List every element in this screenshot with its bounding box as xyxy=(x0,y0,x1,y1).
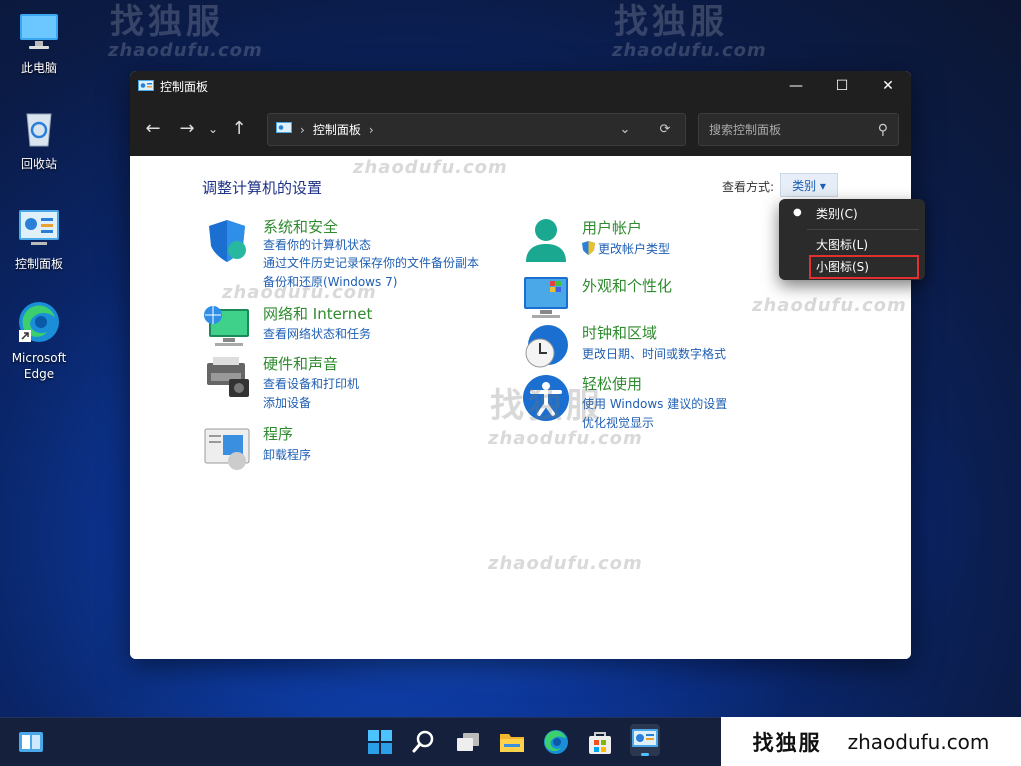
category-title[interactable]: 时钟和区域 xyxy=(582,322,657,343)
desktop-icon-label: 回收站 xyxy=(20,157,57,171)
category-title[interactable]: 系统和安全 xyxy=(263,216,338,237)
desktop-icon-this-pc[interactable]: 此电脑 xyxy=(6,10,72,76)
edge-icon[interactable] xyxy=(542,728,570,756)
desktop-icon-recycle-bin[interactable]: 回收站 xyxy=(6,106,72,172)
widgets-icon[interactable] xyxy=(17,728,45,756)
category-title[interactable]: 网络和 Internet xyxy=(263,303,372,324)
network-icon xyxy=(203,303,251,351)
refresh-button[interactable]: ⟳ xyxy=(645,122,685,137)
link-change-account-type[interactable]: 更改帐户类型 xyxy=(582,240,670,257)
breadcrumb-chevron[interactable]: › xyxy=(369,123,374,137)
link-view-status[interactable]: 查看你的计算机状态 xyxy=(263,236,371,253)
category-title[interactable]: 程序 xyxy=(263,423,293,444)
user-icon xyxy=(522,216,570,264)
link-backup-restore[interactable]: 备份和还原(Windows 7) xyxy=(263,273,397,290)
watermark-url: zhaodufu.com xyxy=(612,40,767,61)
toolbar: ← → ⌄ ↑ › 控制面板 › ⌄ ⟳ 搜索控制面板 ⚲ xyxy=(130,101,911,156)
view-by-dropdown[interactable]: 类别 ▾ xyxy=(780,173,838,197)
accessibility-icon xyxy=(522,374,570,422)
search-input[interactable]: 搜索控制面板 ⚲ xyxy=(698,113,899,146)
page-heading: 调整计算机的设置 xyxy=(202,179,323,197)
category-title[interactable]: 轻松使用 xyxy=(582,373,642,394)
control-panel-taskbar-icon[interactable] xyxy=(630,724,660,756)
watermark-cn: 找独服 xyxy=(110,2,224,42)
control-panel-icon xyxy=(276,121,292,138)
menu-item-category[interactable]: 类别(C) xyxy=(816,205,858,222)
forward-button[interactable]: → xyxy=(172,114,202,144)
arrow-left-icon: ← xyxy=(145,118,161,139)
search-icon[interactable] xyxy=(410,728,438,756)
shield-icon xyxy=(203,216,251,264)
menu-item-large-icons[interactable]: 大图标(L) xyxy=(816,236,868,253)
programs-icon xyxy=(203,423,251,471)
task-view-icon[interactable] xyxy=(454,728,482,756)
link-uninstall[interactable]: 卸载程序 xyxy=(263,446,311,463)
edge-icon xyxy=(17,300,61,344)
menu-divider xyxy=(807,229,919,230)
selected-dot-icon: ● xyxy=(793,207,802,218)
desktop-icon-label: Microsoft Edge xyxy=(11,351,67,381)
link-devices-printers[interactable]: 查看设备和打印机 xyxy=(263,375,359,392)
title-bar[interactable]: 控制面板 — ☐ ✕ xyxy=(130,71,911,101)
maximize-button[interactable]: ☐ xyxy=(819,71,865,101)
recycle-bin-icon xyxy=(17,106,61,150)
view-by-menu: ● 类别(C) 大图标(L) 小图标(S) xyxy=(779,199,925,280)
link-label: 更改帐户类型 xyxy=(598,242,671,256)
watermark-cn: 找独服 xyxy=(614,2,728,42)
desktop-icon-edge[interactable]: Microsoft Edge xyxy=(6,300,72,382)
file-explorer-icon[interactable] xyxy=(498,728,526,756)
appearance-icon xyxy=(522,273,570,321)
control-panel-icon xyxy=(17,206,61,250)
category-title[interactable]: 外观和个性化 xyxy=(582,275,672,296)
clock-icon xyxy=(522,323,570,371)
uac-shield-icon xyxy=(582,241,595,258)
search-placeholder: 搜索控制面板 xyxy=(709,123,782,137)
monitor-icon xyxy=(17,10,61,54)
highlight-box xyxy=(809,255,919,279)
address-bar[interactable]: › 控制面板 › ⌄ ⟳ xyxy=(267,113,686,146)
link-optimize-display[interactable]: 优化视觉显示 xyxy=(582,414,654,431)
brand-url: zhaodufu.com xyxy=(847,729,990,754)
start-icon[interactable] xyxy=(366,728,394,756)
link-add-device[interactable]: 添加设备 xyxy=(263,394,311,411)
desktop-icon-label: 此电脑 xyxy=(20,61,57,75)
arrow-up-icon: ↑ xyxy=(231,118,247,139)
back-button[interactable]: ← xyxy=(138,114,168,144)
link-change-date-format[interactable]: 更改日期、时间或数字格式 xyxy=(582,345,726,362)
search-icon: ⚲ xyxy=(877,121,888,138)
printer-icon xyxy=(203,353,251,401)
active-indicator xyxy=(641,753,649,756)
arrow-right-icon: → xyxy=(179,118,195,139)
minimize-button[interactable]: — xyxy=(773,71,819,101)
recent-locations-button[interactable]: ⌄ xyxy=(202,114,224,144)
control-panel-icon xyxy=(138,79,154,93)
watermark-url: zhaodufu.com xyxy=(108,40,263,61)
link-windows-recommended[interactable]: 使用 Windows 建议的设置 xyxy=(582,395,727,412)
window-title: 控制面板 xyxy=(160,79,209,94)
breadcrumb-separator: › xyxy=(300,122,305,137)
up-button[interactable]: ↑ xyxy=(224,114,254,144)
category-title[interactable]: 用户帐户 xyxy=(582,217,642,238)
chevron-down-icon: ⌄ xyxy=(207,121,219,136)
category-title[interactable]: 硬件和声音 xyxy=(263,353,338,374)
brand-cn: 找独服 xyxy=(752,730,822,755)
breadcrumb-control-panel[interactable]: 控制面板 xyxy=(313,121,361,138)
desktop-icon-label: 控制面板 xyxy=(14,257,63,271)
control-panel-window: 控制面板 — ☐ ✕ ← → ⌄ ↑ › 控制面板 › ⌄ ⟳ 搜索控制面板 ⚲ xyxy=(130,71,911,659)
view-by-label: 查看方式: xyxy=(722,180,775,194)
store-icon[interactable] xyxy=(586,728,614,756)
desktop-icon-control-panel[interactable]: 控制面板 xyxy=(6,206,72,272)
link-file-history[interactable]: 通过文件历史记录保存你的文件备份副本 xyxy=(263,254,479,271)
link-network-status[interactable]: 查看网络状态和任务 xyxy=(263,325,371,342)
brand-watermark: 找独服 zhaodufu.com xyxy=(721,717,1021,766)
address-history-button[interactable]: ⌄ xyxy=(605,122,645,137)
close-button[interactable]: ✕ xyxy=(865,71,911,101)
